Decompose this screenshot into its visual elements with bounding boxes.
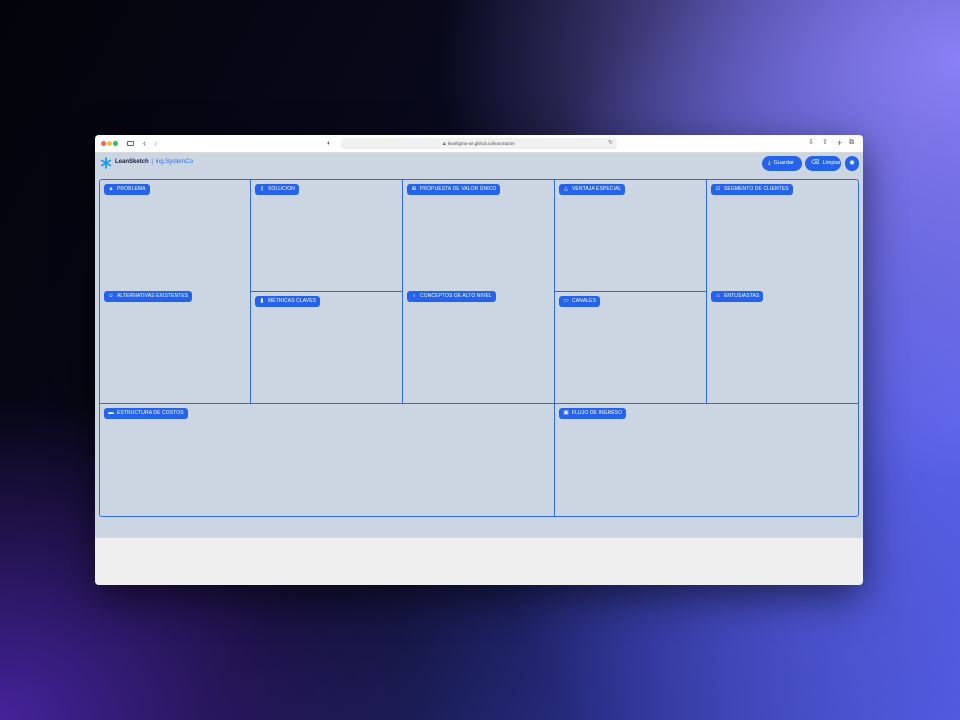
- block-channels-tag: ▭ CANALES: [559, 296, 601, 307]
- logo-icon: [100, 157, 112, 169]
- theme-toggle-button[interactable]: ✹: [845, 156, 859, 171]
- block-advantage[interactable]: △ VENTAJA ESPECIAL: [555, 180, 707, 292]
- truck-icon: ▭: [563, 298, 569, 304]
- page-bottom-area: [95, 538, 863, 585]
- brand-name: LeanSketch: [115, 159, 149, 165]
- back-icon[interactable]: ‹: [143, 137, 146, 149]
- maximize-window-button[interactable]: [113, 141, 118, 146]
- block-advantage-tag: △ VENTAJA ESPECIAL: [559, 184, 626, 195]
- block-customer-segments[interactable]: ☷ SEGMENTO DE CLIENTES ⌂ ENTUSIASTAS: [707, 180, 858, 404]
- brand-separator: |: [151, 159, 153, 165]
- minimize-window-button[interactable]: [107, 141, 112, 146]
- block-value-label: PROPUESTA DE VALOR ÚNICO: [420, 186, 497, 192]
- block-costs-tag: ▬ ESTRUCTURA DE COSTOS: [104, 408, 188, 419]
- block-revenue-streams[interactable]: ▣ FLUJO DE INGRESO: [555, 404, 858, 516]
- block-segments-tag: ☷ SEGMENTO DE CLIENTES: [711, 184, 793, 195]
- block-solution[interactable]: ⚷ SOLUCION: [251, 180, 403, 292]
- block-early-label: ENTUSIASTAS: [724, 293, 760, 299]
- block-revenue-label: FLUJO DE INGRESO: [572, 410, 623, 416]
- clear-button-label: Limpiar: [822, 160, 841, 166]
- reload-icon[interactable]: ↻: [608, 138, 613, 149]
- share-icon[interactable]: ⇧: [822, 137, 828, 149]
- bulb-icon: ♁: [411, 293, 417, 299]
- save-button-label: Guardar: [773, 160, 794, 166]
- block-concepts-tag: ♁ CONCEPTOS DE ALTO NIVEL: [407, 291, 496, 302]
- block-problem[interactable]: 🔒︎ PROBLEMA ☺ ALTERNATIVAS EXISTENTES: [100, 180, 251, 404]
- block-value-proposition[interactable]: ⊞ PROPUESTA DE VALOR ÚNICO ♁ CONCEPTOS DE …: [403, 180, 555, 404]
- block-metrics-label: MÉTRICAS CLAVES: [268, 298, 317, 304]
- block-concepts-label: CONCEPTOS DE ALTO NIVEL: [420, 293, 492, 299]
- block-early-tag: ⌂ ENTUSIASTAS: [711, 291, 764, 302]
- lock-icon: 🔒︎: [109, 186, 113, 192]
- tag-icon: ▬: [108, 410, 114, 416]
- block-channels-label: CANALES: [572, 298, 597, 304]
- save-button[interactable]: ⤓ Guardar: [762, 156, 802, 171]
- address-bar[interactable]: 🔒︎ leanfigma-se.github.io/leanStarter ↻: [341, 138, 617, 149]
- lock-icon: 🔒︎: [443, 141, 446, 147]
- clear-button[interactable]: ⌫ Limpiar: [805, 156, 841, 171]
- tabs-icon[interactable]: ⧉: [849, 137, 854, 149]
- block-cost-structure[interactable]: ▬ ESTRUCTURA DE COSTOS: [100, 404, 555, 516]
- block-metrics[interactable]: ▮ MÉTRICAS CLAVES: [251, 292, 403, 404]
- project-name[interactable]: ing.SystemCo: [156, 159, 193, 165]
- flask-icon: △: [563, 186, 569, 192]
- block-problem-tag: 🔒︎ PROBLEMA: [104, 184, 150, 195]
- forward-icon[interactable]: ›: [154, 137, 157, 149]
- block-alternatives-tag: ☺ ALTERNATIVAS EXISTENTES: [104, 291, 193, 302]
- block-advantage-label: VENTAJA ESPECIAL: [572, 186, 622, 192]
- shield-icon[interactable]: ◐: [327, 138, 331, 150]
- download-icon: ⤓: [768, 160, 771, 166]
- broom-icon: ⌫: [811, 160, 820, 166]
- block-solution-tag: ⚷ SOLUCION: [255, 184, 299, 195]
- lean-canvas-board: 🔒︎ PROBLEMA ☺ ALTERNATIVAS EXISTENTES ⚷ SOL…: [99, 179, 859, 517]
- block-revenue-tag: ▣ FLUJO DE INGRESO: [559, 408, 627, 419]
- browser-toolbar: ‹ › ◐ 🔒︎ leanfigma-se.github.io/leanStart…: [95, 135, 863, 153]
- block-costs-label: ESTRUCTURA DE COSTOS: [117, 410, 184, 416]
- block-segments-label: SEGMENTO DE CLIENTES: [724, 186, 789, 192]
- gift-icon: ⊞: [411, 186, 417, 192]
- lean-canvas-app: LeanSketch | ing.SystemCo ⤓ Guardar ⌫ Limp…: [95, 153, 863, 538]
- browser-window: ‹ › ◐ 🔒︎ leanfigma-se.github.io/leanStart…: [95, 135, 863, 585]
- block-solution-label: SOLUCION: [268, 186, 295, 192]
- key-icon: ⚷: [259, 186, 265, 192]
- block-value-tag: ⊞ PROPUESTA DE VALOR ÚNICO: [407, 184, 501, 195]
- block-problem-label: PROBLEMA: [117, 186, 146, 192]
- people-icon: ☺: [108, 293, 114, 299]
- add-tab-icon[interactable]: +: [837, 137, 842, 149]
- block-channels[interactable]: ▭ CANALES: [555, 292, 707, 404]
- sidebar-icon[interactable]: [127, 141, 134, 146]
- star-person-icon: ⌂: [716, 293, 720, 299]
- sun-icon: ✹: [849, 160, 855, 167]
- brand: LeanSketch | ing.SystemCo: [115, 159, 193, 165]
- block-alternatives-label: ALTERNATIVAS EXISTENTES: [117, 293, 189, 299]
- money-icon: ▣: [563, 410, 569, 416]
- block-metrics-tag: ▮ MÉTRICAS CLAVES: [255, 296, 321, 307]
- bar-chart-icon: ▮: [260, 298, 264, 304]
- url-text: leanfigma-se.github.io/leanStarter: [447, 141, 515, 146]
- users-icon: ☷: [715, 186, 721, 192]
- download-icon[interactable]: ⇩: [808, 137, 814, 149]
- close-window-button[interactable]: [101, 141, 106, 146]
